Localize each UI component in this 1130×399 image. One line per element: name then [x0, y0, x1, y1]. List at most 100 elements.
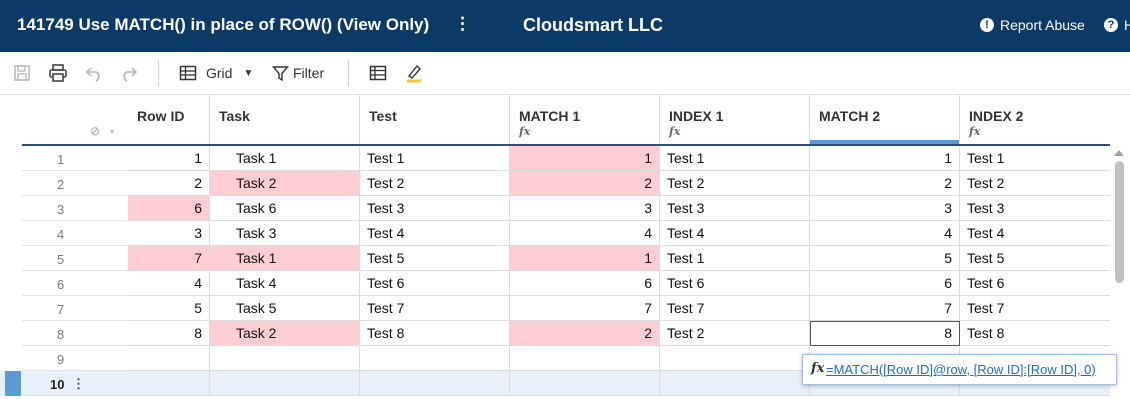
- cell-task[interactable]: Task 1: [210, 246, 360, 271]
- cell-match-1[interactable]: 3: [510, 196, 660, 221]
- cell-index-1[interactable]: Test 1: [660, 146, 810, 171]
- row-number[interactable]: 7: [22, 296, 128, 321]
- table-row[interactable]: 6 4 Task 4 Test 6 6 Test 6 6 Test 6: [0, 271, 1110, 296]
- row-menu-icon[interactable]: ⋮: [72, 376, 85, 392]
- cell-row-id[interactable]: [128, 371, 210, 396]
- row-number[interactable]: 4: [22, 221, 128, 246]
- cell-task[interactable]: Task 5: [210, 296, 360, 321]
- row-number[interactable]: 10 ⋮: [22, 371, 128, 396]
- cell-row-id[interactable]: 8: [128, 321, 210, 346]
- cell-match-2[interactable]: 7: [810, 296, 960, 321]
- cell-task[interactable]: [210, 346, 360, 371]
- table-row[interactable]: 2 2 Task 2 Test 2 2 Test 2 2 Test 2: [0, 171, 1110, 196]
- cell-test[interactable]: [360, 371, 510, 396]
- sheet-menu-icon[interactable]: ⋮: [454, 14, 471, 34]
- cell-index-1[interactable]: [660, 371, 810, 396]
- row-number[interactable]: 2: [22, 171, 128, 196]
- row-number[interactable]: 8: [22, 321, 128, 346]
- cell-index-2[interactable]: Test 6: [960, 271, 1110, 296]
- cell-index-2[interactable]: Test 5: [960, 246, 1110, 271]
- cell-match-1[interactable]: 1: [510, 146, 660, 171]
- cell-index-1[interactable]: Test 6: [660, 271, 810, 296]
- cell-task[interactable]: Task 2: [210, 171, 360, 196]
- cell-index-1[interactable]: Test 4: [660, 221, 810, 246]
- scroll-up-arrow-icon[interactable]: [1114, 150, 1124, 156]
- cell-match-1[interactable]: [510, 371, 660, 396]
- cell-task[interactable]: Task 1: [210, 146, 360, 171]
- column-header-test[interactable]: Test: [360, 95, 510, 145]
- cell-match-2[interactable]: 5: [810, 246, 960, 271]
- cell-index-2[interactable]: Test 4: [960, 221, 1110, 246]
- column-header-index-1[interactable]: INDEX 1 fx: [660, 95, 810, 145]
- cell-row-id[interactable]: 7: [128, 246, 210, 271]
- cell-match-2[interactable]: 3: [810, 196, 960, 221]
- cell-test[interactable]: [360, 346, 510, 371]
- cell-task[interactable]: [210, 371, 360, 396]
- cell-match-2[interactable]: 6: [810, 271, 960, 296]
- print-button[interactable]: [48, 62, 68, 84]
- cell-match-1[interactable]: 4: [510, 221, 660, 246]
- save-button[interactable]: [13, 62, 31, 84]
- cell-index-1[interactable]: Test 3: [660, 196, 810, 221]
- row-number[interactable]: 6: [22, 271, 128, 296]
- cell-row-id[interactable]: 1: [128, 146, 210, 171]
- cell-row-id[interactable]: 5: [128, 296, 210, 321]
- formula-text[interactable]: =MATCH([Row ID]@row, [Row ID]:[Row ID], …: [826, 362, 1096, 377]
- cell-row-id[interactable]: 3: [128, 221, 210, 246]
- cell-test[interactable]: Test 4: [360, 221, 510, 246]
- scrollbar-thumb[interactable]: [1115, 161, 1124, 283]
- column-header-match-1[interactable]: MATCH 1 fx: [510, 95, 660, 145]
- column-header-task[interactable]: Task: [210, 95, 360, 145]
- cell-row-id[interactable]: 6: [128, 196, 210, 221]
- redo-button[interactable]: [120, 62, 138, 84]
- highlight-button[interactable]: [405, 62, 423, 84]
- cell-match-2[interactable]: 1: [810, 146, 960, 171]
- table-row[interactable]: 8 8 Task 2 Test 8 2 Test 2 8 Test 8: [0, 321, 1110, 346]
- row-number[interactable]: 3: [22, 196, 128, 221]
- table-row[interactable]: 3 6 Task 6 Test 3 3 Test 3 3 Test 3: [0, 196, 1110, 221]
- cell-test[interactable]: Test 1: [360, 146, 510, 171]
- cell-match-2[interactable]: 4: [810, 221, 960, 246]
- sheet-layout-button[interactable]: [369, 62, 387, 84]
- row-number[interactable]: 5: [22, 246, 128, 271]
- cell-index-1[interactable]: Test 2: [660, 171, 810, 196]
- cell-row-id[interactable]: 4: [128, 271, 210, 296]
- cell-task[interactable]: Task 4: [210, 271, 360, 296]
- cell-row-id[interactable]: 2: [128, 171, 210, 196]
- cell-row-id[interactable]: [128, 346, 210, 371]
- row-number[interactable]: 1: [22, 146, 128, 171]
- row-selector[interactable]: [5, 371, 21, 396]
- cell-match-1[interactable]: 7: [510, 296, 660, 321]
- table-row[interactable]: 5 7 Task 1 Test 5 1 Test 1 5 Test 5: [0, 246, 1110, 271]
- cell-index-1[interactable]: Test 7: [660, 296, 810, 321]
- cell-match-1[interactable]: 6: [510, 271, 660, 296]
- cell-test[interactable]: Test 2: [360, 171, 510, 196]
- cell-index-2[interactable]: Test 7: [960, 296, 1110, 321]
- view-selector[interactable]: Grid ▼: [179, 62, 253, 84]
- cell-match-2[interactable]: 8: [810, 321, 960, 346]
- cell-test[interactable]: Test 8: [360, 321, 510, 346]
- column-header-index-2[interactable]: INDEX 2 fx: [960, 95, 1110, 145]
- column-header-row-id[interactable]: Row ID: [128, 95, 210, 145]
- cell-task[interactable]: Task 2: [210, 321, 360, 346]
- cell-task[interactable]: Task 3: [210, 221, 360, 246]
- cell-index-2[interactable]: Test 2: [960, 171, 1110, 196]
- filter-button[interactable]: Filter: [272, 62, 324, 84]
- cell-index-2[interactable]: Test 1: [960, 146, 1110, 171]
- cell-test[interactable]: Test 7: [360, 296, 510, 321]
- cell-match-1[interactable]: 1: [510, 246, 660, 271]
- column-header-match-2[interactable]: MATCH 2: [810, 95, 960, 145]
- cell-index-1[interactable]: [660, 346, 810, 371]
- cell-match-1[interactable]: [510, 346, 660, 371]
- cell-match-2[interactable]: 2: [810, 171, 960, 196]
- row-number[interactable]: 9: [22, 346, 128, 371]
- cell-test[interactable]: Test 3: [360, 196, 510, 221]
- cell-index-2[interactable]: Test 8: [960, 321, 1110, 346]
- cell-task[interactable]: Task 6: [210, 196, 360, 221]
- cell-test[interactable]: Test 6: [360, 271, 510, 296]
- cell-index-1[interactable]: Test 2: [660, 321, 810, 346]
- table-row[interactable]: 7 5 Task 5 Test 7 7 Test 7 7 Test 7: [0, 296, 1110, 321]
- report-abuse-link[interactable]: ! Report Abuse: [980, 17, 1085, 33]
- cell-match-1[interactable]: 2: [510, 321, 660, 346]
- cell-test[interactable]: Test 5: [360, 246, 510, 271]
